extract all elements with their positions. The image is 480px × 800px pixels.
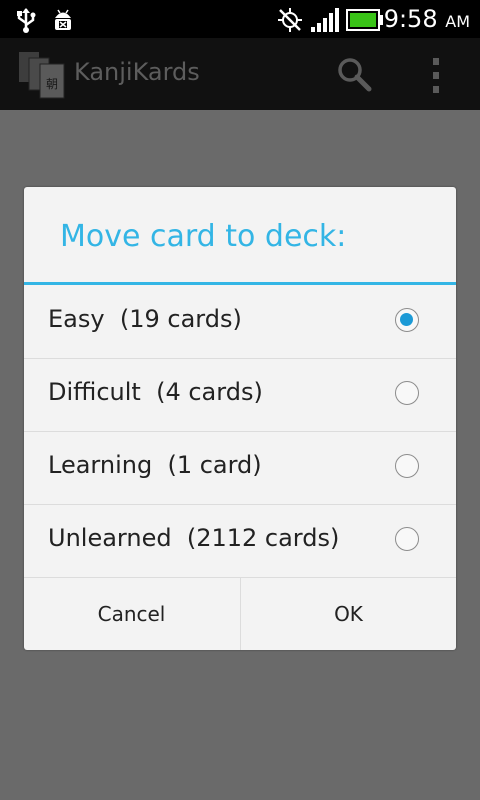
radio-button[interactable] — [395, 527, 419, 551]
battery-icon — [346, 9, 383, 31]
action-bar: 朝 KanjiKards — [0, 38, 480, 110]
cancel-button[interactable]: Cancel — [24, 578, 239, 650]
deck-option-label: Difficult (4 cards) — [48, 378, 263, 406]
app-logo-icon: 朝 — [19, 52, 65, 99]
search-icon[interactable] — [336, 56, 372, 92]
move-card-dialog: Move card to deck: Easy (19 cards) Diffi… — [24, 187, 456, 650]
app-title: KanjiKards — [74, 58, 200, 86]
ok-button[interactable]: OK — [241, 578, 456, 650]
android-debug-icon — [55, 9, 71, 30]
clock-ampm: AM — [445, 12, 470, 31]
dialog-title: Move card to deck: — [60, 219, 347, 254]
overflow-menu-icon[interactable] — [426, 56, 446, 96]
signal-icon — [311, 8, 339, 32]
status-bar: 9:58 AM — [0, 0, 480, 38]
deck-option-label: Learning (1 card) — [48, 451, 262, 479]
deck-option-difficult[interactable]: Difficult (4 cards) — [24, 358, 456, 432]
radio-button[interactable] — [395, 454, 419, 478]
deck-option-learning[interactable]: Learning (1 card) — [24, 431, 456, 505]
clock-time: 9:58 — [383, 5, 438, 33]
deck-option-unlearned[interactable]: Unlearned (2112 cards) — [24, 504, 456, 578]
clock: 9:58 AM — [384, 5, 470, 33]
usb-icon — [17, 8, 36, 33]
deck-option-easy[interactable]: Easy (19 cards) — [24, 285, 456, 359]
radio-button[interactable] — [395, 381, 419, 405]
dialog-buttons: Cancel OK — [24, 578, 456, 650]
app-logo-glyph: 朝 — [46, 77, 58, 91]
deck-option-label: Unlearned (2112 cards) — [48, 524, 340, 552]
deck-option-label: Easy (19 cards) — [48, 305, 242, 333]
radio-button-checked[interactable] — [395, 308, 419, 332]
gps-off-icon — [278, 8, 302, 32]
